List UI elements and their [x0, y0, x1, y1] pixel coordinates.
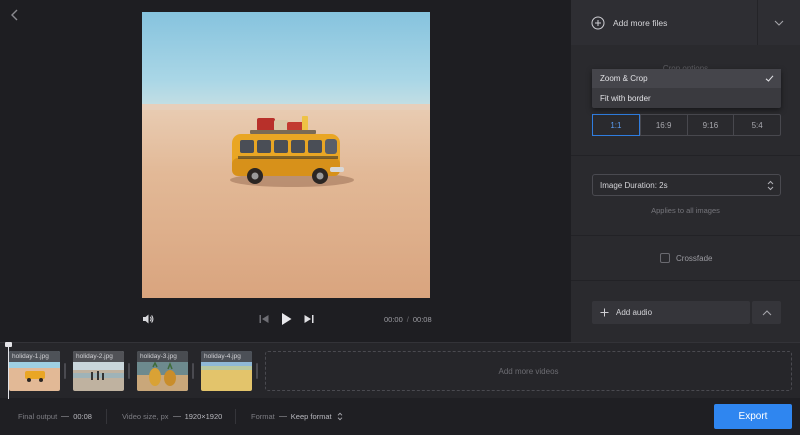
- audio-collapse-toggle[interactable]: [752, 301, 781, 324]
- player-controls: 00:00/00:08: [0, 306, 571, 334]
- timeline: holiday-1.jpg holiday-2.jpg holiday-3.jp…: [0, 342, 800, 399]
- final-output-stat: Final output 00:08: [18, 412, 92, 421]
- skip-back-button[interactable]: [257, 312, 271, 326]
- add-files-bar: Add more files: [571, 0, 800, 45]
- timeline-clip[interactable]: holiday-4.jpg: [201, 351, 252, 391]
- current-time: 00:00: [384, 315, 403, 324]
- plus-circle-icon: [591, 16, 605, 29]
- crossfade-section: Crossfade: [571, 236, 800, 281]
- video-size-value: 1920×1920: [184, 412, 223, 421]
- preview-area: 00:00/00:08: [0, 0, 571, 342]
- crossfade-checkbox[interactable]: [660, 253, 670, 263]
- up-down-arrows-icon: [767, 180, 774, 191]
- playhead[interactable]: [8, 343, 9, 399]
- add-audio-button[interactable]: Add audio: [592, 301, 750, 324]
- clip-transition-marker[interactable]: [256, 363, 258, 379]
- add-files-dropdown-toggle[interactable]: [757, 0, 800, 45]
- clip-label: holiday-1.jpg: [9, 351, 60, 362]
- export-button[interactable]: Export: [714, 404, 792, 429]
- audio-section: Add audio: [571, 281, 800, 342]
- clip-label: holiday-4.jpg: [201, 351, 252, 362]
- timeline-clip[interactable]: holiday-3.jpg: [137, 351, 188, 391]
- format-value[interactable]: Keep format: [291, 412, 332, 421]
- stat-dash: [278, 416, 287, 417]
- back-button[interactable]: [8, 8, 22, 22]
- skip-forward-icon: [304, 315, 314, 323]
- image-duration-select[interactable]: Image Duration: 2s: [592, 174, 781, 196]
- duration-section: Image Duration: 2s Applies to all images: [571, 156, 800, 236]
- chevron-down-icon: [774, 20, 784, 26]
- add-audio-label: Add audio: [616, 308, 653, 317]
- crop-option-label: Zoom & Crop: [600, 74, 648, 83]
- add-more-videos-dropzone[interactable]: Add more videos: [265, 351, 792, 391]
- clip-transition-marker[interactable]: [64, 363, 66, 379]
- crop-option-fit-border[interactable]: Fit with border: [592, 89, 781, 108]
- skip-back-icon: [259, 315, 269, 323]
- aspect-ratio-group: 1:1 16:9 9:16 5:4: [592, 114, 781, 136]
- chevron-left-icon: [11, 9, 18, 21]
- final-output-value: 00:08: [73, 412, 92, 421]
- time-separator: /: [406, 315, 409, 324]
- time-readout: 00:00/00:08: [384, 315, 432, 324]
- ratio-5-4-button[interactable]: 5:4: [733, 115, 780, 135]
- crossfade-toggle[interactable]: Crossfade: [660, 253, 712, 263]
- volume-button[interactable]: [141, 312, 155, 326]
- ratio-9-16-button[interactable]: 9:16: [686, 115, 734, 135]
- timeline-clip[interactable]: holiday-2.jpg: [73, 351, 124, 391]
- up-down-arrows-icon: [337, 412, 342, 421]
- crossfade-label: Crossfade: [676, 253, 713, 263]
- skip-forward-button[interactable]: [302, 312, 316, 326]
- total-time: 00:08: [412, 315, 432, 324]
- clip-label: holiday-3.jpg: [137, 351, 188, 362]
- add-more-files-label: Add more files: [613, 17, 668, 28]
- divider: [235, 409, 236, 424]
- crop-option-label: Fit with border: [600, 94, 651, 103]
- clip-transition-marker[interactable]: [192, 363, 194, 379]
- video-size-stat: Video size, px 1920×1920: [122, 412, 222, 421]
- video-size-label: Video size, px: [122, 412, 169, 421]
- volume-icon: [143, 314, 154, 324]
- timeline-clip[interactable]: holiday-1.jpg: [9, 351, 60, 391]
- bottom-bar: Final output 00:08 Video size, px 1920×1…: [0, 398, 800, 435]
- format-stat[interactable]: Format Keep format: [251, 412, 343, 421]
- chevron-up-icon: [762, 309, 771, 315]
- stat-dash: [172, 416, 181, 417]
- format-label: Format: [251, 412, 275, 421]
- crop-option-zoom-crop[interactable]: Zoom & Crop: [592, 69, 781, 88]
- ratio-1-1-button[interactable]: 1:1: [592, 114, 640, 136]
- stat-dash: [61, 416, 70, 417]
- final-output-label: Final output: [18, 412, 58, 421]
- divider: [106, 409, 107, 424]
- crop-mode-dropdown[interactable]: Zoom & Crop Fit with border: [592, 69, 781, 108]
- clip-label: holiday-2.jpg: [73, 351, 124, 362]
- checkmark-icon: [765, 75, 774, 82]
- preview-photo-bus: [142, 12, 430, 298]
- settings-panel: Add more files Crop options Zoom & Crop …: [571, 0, 800, 342]
- crop-options-section: Crop options Zoom & Crop Fit with border…: [571, 45, 800, 156]
- plus-icon: [600, 308, 609, 317]
- ratio-16-9-button[interactable]: 16:9: [639, 115, 687, 135]
- play-button[interactable]: [278, 311, 294, 327]
- duration-hint: Applies to all images: [651, 206, 720, 215]
- image-duration-value: Image Duration: 2s: [600, 180, 668, 190]
- clip-transition-marker[interactable]: [128, 363, 130, 379]
- add-more-files-button[interactable]: Add more files: [571, 0, 757, 45]
- preview-image: [142, 12, 430, 298]
- play-icon: [282, 313, 292, 325]
